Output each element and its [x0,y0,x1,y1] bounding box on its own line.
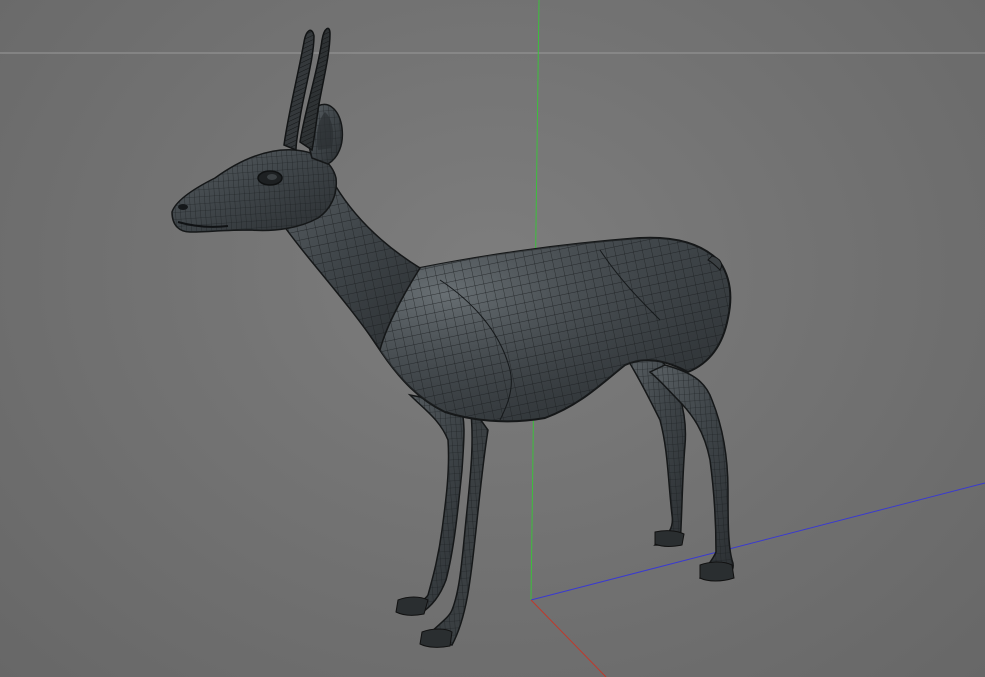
gazelle-head[interactable] [171,149,338,233]
near-hind-hoof [699,561,735,582]
near-fore-hoof [395,596,429,616]
far-fore-hoof [419,628,453,648]
3d-viewport[interactable] [0,0,985,677]
viewport-canvas[interactable] [0,0,985,677]
z-axis-line [530,482,985,601]
far-hind-hoof [654,530,685,547]
x-axis-line [530,599,607,677]
gazelle-model[interactable] [171,27,750,648]
gazelle-nostril [178,204,188,210]
near-fore-leg[interactable] [395,393,465,616]
